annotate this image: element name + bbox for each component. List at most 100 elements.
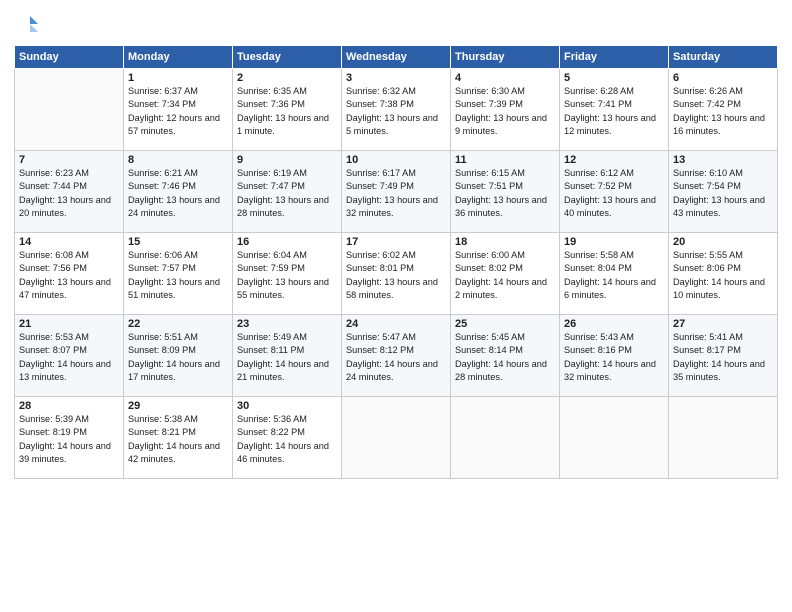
cell-1-3: 2Sunrise: 6:35 AMSunset: 7:36 PMDaylight… [233,69,342,151]
cell-1-4: 3Sunrise: 6:32 AMSunset: 7:38 PMDaylight… [342,69,451,151]
week-row-4: 21Sunrise: 5:53 AMSunset: 8:07 PMDayligh… [15,315,778,397]
daylight-line2: 5 minutes. [346,125,446,138]
daylight-line2: 35 minutes. [673,371,773,384]
cell-2-1: 7Sunrise: 6:23 AMSunset: 7:44 PMDaylight… [15,151,124,233]
day-number: 11 [455,154,555,166]
sunrise-text: Sunrise: 5:43 AM [564,331,664,344]
daylight-line2: 9 minutes. [455,125,555,138]
logo-icon [16,14,38,36]
sunset-text: Sunset: 7:52 PM [564,180,664,193]
daylight-line2: 6 minutes. [564,289,664,302]
day-number: 13 [673,154,773,166]
daylight-line1: Daylight: 14 hours and [237,440,337,453]
cell-3-6: 19Sunrise: 5:58 AMSunset: 8:04 PMDayligh… [560,233,669,315]
daylight-line2: 32 minutes. [346,207,446,220]
cell-4-5: 25Sunrise: 5:45 AMSunset: 8:14 PMDayligh… [451,315,560,397]
sunset-text: Sunset: 7:49 PM [346,180,446,193]
sunset-text: Sunset: 8:16 PM [564,344,664,357]
col-header-sunday: Sunday [15,46,124,69]
day-number: 10 [346,154,446,166]
sunrise-text: Sunrise: 5:53 AM [19,331,119,344]
sunrise-text: Sunrise: 6:19 AM [237,167,337,180]
daylight-line2: 40 minutes. [564,207,664,220]
daylight-line1: Daylight: 14 hours and [455,276,555,289]
day-number: 5 [564,72,664,84]
cell-5-3: 30Sunrise: 5:36 AMSunset: 8:22 PMDayligh… [233,397,342,479]
daylight-line1: Daylight: 14 hours and [237,358,337,371]
sunset-text: Sunset: 8:21 PM [128,426,228,439]
sunset-text: Sunset: 7:56 PM [19,262,119,275]
sunset-text: Sunset: 8:22 PM [237,426,337,439]
sunrise-text: Sunrise: 5:51 AM [128,331,228,344]
daylight-line1: Daylight: 13 hours and [673,112,773,125]
daylight-line2: 20 minutes. [19,207,119,220]
daylight-line1: Daylight: 13 hours and [455,194,555,207]
cell-4-3: 23Sunrise: 5:49 AMSunset: 8:11 PMDayligh… [233,315,342,397]
daylight-line2: 43 minutes. [673,207,773,220]
daylight-line1: Daylight: 14 hours and [128,358,228,371]
daylight-line1: Daylight: 13 hours and [346,276,446,289]
cell-2-5: 11Sunrise: 6:15 AMSunset: 7:51 PMDayligh… [451,151,560,233]
sunset-text: Sunset: 7:46 PM [128,180,228,193]
sunrise-text: Sunrise: 5:36 AM [237,413,337,426]
daylight-line1: Daylight: 13 hours and [346,112,446,125]
sunset-text: Sunset: 7:51 PM [455,180,555,193]
sunrise-text: Sunrise: 5:49 AM [237,331,337,344]
daylight-line2: 2 minutes. [455,289,555,302]
sunrise-text: Sunrise: 6:02 AM [346,249,446,262]
daylight-line2: 28 minutes. [237,207,337,220]
daylight-line2: 24 minutes. [128,207,228,220]
daylight-line2: 28 minutes. [455,371,555,384]
sunset-text: Sunset: 7:38 PM [346,98,446,111]
sunrise-text: Sunrise: 6:35 AM [237,85,337,98]
day-number: 9 [237,154,337,166]
sunrise-text: Sunrise: 6:23 AM [19,167,119,180]
day-number: 23 [237,318,337,330]
sunrise-text: Sunrise: 6:32 AM [346,85,446,98]
main-container: SundayMondayTuesdayWednesdayThursdayFrid… [0,0,792,487]
cell-1-2: 1Sunrise: 6:37 AMSunset: 7:34 PMDaylight… [124,69,233,151]
daylight-line1: Daylight: 12 hours and [128,112,228,125]
cell-5-1: 28Sunrise: 5:39 AMSunset: 8:19 PMDayligh… [15,397,124,479]
cell-3-5: 18Sunrise: 6:00 AMSunset: 8:02 PMDayligh… [451,233,560,315]
daylight-line1: Daylight: 13 hours and [19,194,119,207]
daylight-line1: Daylight: 14 hours and [455,358,555,371]
day-number: 19 [564,236,664,248]
day-number: 7 [19,154,119,166]
week-row-5: 28Sunrise: 5:39 AMSunset: 8:19 PMDayligh… [15,397,778,479]
sunrise-text: Sunrise: 6:04 AM [237,249,337,262]
day-number: 26 [564,318,664,330]
cell-3-3: 16Sunrise: 6:04 AMSunset: 7:59 PMDayligh… [233,233,342,315]
sunrise-text: Sunrise: 6:17 AM [346,167,446,180]
cell-3-7: 20Sunrise: 5:55 AMSunset: 8:06 PMDayligh… [669,233,778,315]
sunrise-text: Sunrise: 5:41 AM [673,331,773,344]
daylight-line1: Daylight: 13 hours and [237,112,337,125]
cell-2-7: 13Sunrise: 6:10 AMSunset: 7:54 PMDayligh… [669,151,778,233]
cell-5-2: 29Sunrise: 5:38 AMSunset: 8:21 PMDayligh… [124,397,233,479]
sunset-text: Sunset: 7:44 PM [19,180,119,193]
daylight-line2: 21 minutes. [237,371,337,384]
daylight-line2: 12 minutes. [564,125,664,138]
daylight-line1: Daylight: 13 hours and [237,194,337,207]
cell-2-6: 12Sunrise: 6:12 AMSunset: 7:52 PMDayligh… [560,151,669,233]
cell-5-5 [451,397,560,479]
daylight-line1: Daylight: 13 hours and [455,112,555,125]
sunset-text: Sunset: 8:04 PM [564,262,664,275]
cell-4-1: 21Sunrise: 5:53 AMSunset: 8:07 PMDayligh… [15,315,124,397]
day-number: 16 [237,236,337,248]
day-number: 29 [128,400,228,412]
cell-4-7: 27Sunrise: 5:41 AMSunset: 8:17 PMDayligh… [669,315,778,397]
logo-general [14,14,38,41]
col-header-tuesday: Tuesday [233,46,342,69]
sunset-text: Sunset: 8:09 PM [128,344,228,357]
sunset-text: Sunset: 7:36 PM [237,98,337,111]
sunset-text: Sunset: 7:42 PM [673,98,773,111]
sunset-text: Sunset: 8:12 PM [346,344,446,357]
column-headers-row: SundayMondayTuesdayWednesdayThursdayFrid… [15,46,778,69]
cell-5-7 [669,397,778,479]
sunrise-text: Sunrise: 6:26 AM [673,85,773,98]
daylight-line2: 55 minutes. [237,289,337,302]
daylight-line2: 42 minutes. [128,453,228,466]
day-number: 8 [128,154,228,166]
day-number: 15 [128,236,228,248]
